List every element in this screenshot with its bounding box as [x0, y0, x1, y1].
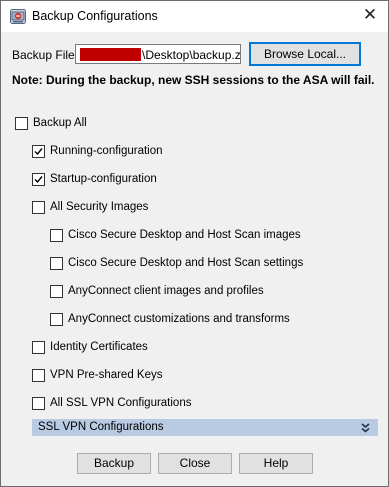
all-ssl-vpn-configs-checkbox[interactable] — [32, 397, 45, 410]
csd-hostscan-settings-checkbox[interactable] — [50, 257, 63, 270]
asdm-app-icon — [10, 9, 26, 24]
checkmark-icon — [34, 148, 43, 156]
backup-button[interactable]: Backup — [77, 453, 151, 474]
double-chevron-down-icon[interactable] — [361, 422, 370, 433]
running-config-label: Running-configuration — [50, 145, 163, 157]
anyconnect-customizations-checkbox[interactable] — [50, 313, 63, 326]
running-config-checkbox[interactable] — [32, 145, 45, 158]
close-icon[interactable]: ✕ — [360, 5, 380, 25]
backup-file-input[interactable]: \Desktop\backup.zip — [75, 44, 241, 64]
checkmark-icon — [34, 176, 43, 184]
all-security-images-label: All Security Images — [50, 201, 149, 213]
ssh-warning-note: Note: During the backup, new SSH session… — [12, 73, 375, 87]
vpn-preshared-keys-label: VPN Pre-shared Keys — [50, 369, 163, 381]
anyconnect-images-label: AnyConnect client images and profiles — [68, 285, 264, 297]
csd-hostscan-images-label: Cisco Secure Desktop and Host Scan image… — [68, 229, 301, 241]
startup-config-label: Startup-configuration — [50, 173, 157, 185]
all-security-images-checkbox[interactable] — [32, 201, 45, 214]
identity-certificates-label: Identity Certificates — [50, 341, 148, 353]
vpn-preshared-keys-checkbox[interactable] — [32, 369, 45, 382]
title-bar[interactable]: Backup Configurations ✕ — [1, 1, 388, 32]
backup-configurations-dialog: Backup Configurations ✕ Backup File: \De… — [0, 0, 389, 487]
backup-all-checkbox[interactable] — [15, 117, 28, 130]
ssl-vpn-configurations-section[interactable]: SSL VPN Configurations — [32, 419, 378, 436]
backup-file-label: Backup File: — [12, 48, 79, 62]
close-button[interactable]: Close — [158, 453, 232, 474]
csd-hostscan-images-checkbox[interactable] — [50, 229, 63, 242]
identity-certificates-checkbox[interactable] — [32, 341, 45, 354]
dialog-body: Backup File: \Desktop\backup.zip Browse … — [1, 32, 388, 486]
startup-config-checkbox[interactable] — [32, 173, 45, 186]
csd-hostscan-settings-label: Cisco Secure Desktop and Host Scan setti… — [68, 257, 304, 269]
anyconnect-images-checkbox[interactable] — [50, 285, 63, 298]
backup-all-label: Backup All — [33, 117, 87, 129]
ssl-vpn-configurations-label: SSL VPN Configurations — [38, 421, 164, 433]
help-button[interactable]: Help — [239, 453, 313, 474]
browse-local-button[interactable]: Browse Local... — [249, 42, 361, 66]
backup-file-path: \Desktop\backup.zip — [142, 48, 241, 62]
window-title: Backup Configurations — [32, 9, 158, 23]
anyconnect-customizations-label: AnyConnect customizations and transforms — [68, 313, 290, 325]
redacted-path-block — [80, 48, 141, 61]
all-ssl-vpn-configs-label: All SSL VPN Configurations — [50, 397, 192, 409]
